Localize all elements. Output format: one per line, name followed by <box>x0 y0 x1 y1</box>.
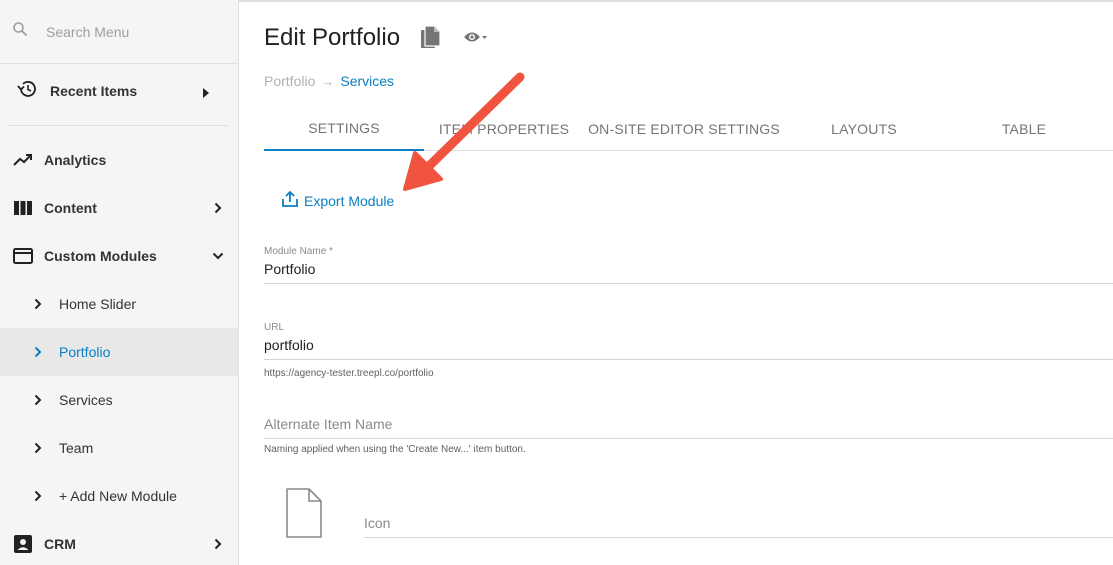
tab-layouts[interactable]: LAYOUTS <box>784 106 944 151</box>
breadcrumb-portfolio[interactable]: Portfolio <box>264 73 315 89</box>
history-icon <box>16 79 38 104</box>
contact-icon <box>13 534 33 554</box>
sidebar-module-label: Home Slider <box>59 296 137 312</box>
alternate-item-name-input[interactable] <box>264 416 1113 439</box>
search-input[interactable] <box>46 23 216 40</box>
tab-on-site-editor-settings[interactable]: ON-SITE EDITOR SETTINGS <box>584 106 784 151</box>
sidebar-item-label: CRM <box>44 536 76 552</box>
url-field: URL <box>264 322 1113 360</box>
sidebar-module-team[interactable]: Team <box>0 424 238 472</box>
sidebar-module-label: Team <box>59 440 94 456</box>
sidebar-module-label: + Add New Module <box>59 488 177 504</box>
preview-icon[interactable] <box>463 28 489 51</box>
sidebar-item-analytics[interactable]: Analytics <box>0 136 238 184</box>
sidebar-item-content[interactable]: Content <box>0 184 238 232</box>
tab-table[interactable]: TABLE <box>944 106 1104 151</box>
columns-icon <box>13 198 33 218</box>
trending-up-icon <box>13 150 33 170</box>
search-icon <box>12 21 28 42</box>
sidebar-item-custom-modules[interactable]: Custom Modules <box>0 232 238 280</box>
upload-icon <box>281 190 304 211</box>
chevron-right-icon <box>32 489 44 503</box>
chevron-right-icon <box>32 345 44 359</box>
sidebar-module-services[interactable]: Services <box>0 376 238 424</box>
sidebar-module-home-slider[interactable]: Home Slider <box>0 280 238 328</box>
sidebar-search <box>0 0 238 64</box>
sidebar-module-label: Portfolio <box>59 344 111 360</box>
breadcrumb-services[interactable]: Services <box>340 73 394 89</box>
copy-icon[interactable] <box>421 25 441 55</box>
tab-bar: SETTINGS ITEM PROPERTIES ON-SITE EDITOR … <box>264 106 1113 151</box>
sidebar: Recent Items Analytics Content Custom Mo… <box>0 0 239 565</box>
breadcrumb-separator: → <box>321 73 335 89</box>
alternate-item-name-hint: Naming applied when using the 'Create Ne… <box>264 444 526 455</box>
module-name-label: Module Name * <box>264 246 333 257</box>
file-icon[interactable] <box>285 487 323 544</box>
caret-right-icon <box>202 85 210 103</box>
window-icon <box>13 246 33 266</box>
breadcrumb: Portfolio → Services <box>264 73 394 89</box>
icon-field <box>364 515 1113 538</box>
page-title: Edit Portfolio <box>264 24 401 51</box>
alternate-item-name-field <box>264 412 1113 439</box>
sidebar-divider <box>8 125 228 126</box>
chevron-right-icon <box>212 202 224 214</box>
chevron-down-icon <box>212 250 224 262</box>
sidebar-item-crm[interactable]: CRM <box>0 520 238 565</box>
sidebar-item-label: Custom Modules <box>44 248 157 264</box>
sidebar-item-label: Content <box>44 200 97 216</box>
sidebar-module-label: Services <box>59 392 113 408</box>
export-module-button[interactable]: Export Module <box>281 190 394 211</box>
url-label: URL <box>264 322 285 333</box>
chevron-right-icon <box>32 441 44 455</box>
sidebar-module-portfolio[interactable]: Portfolio <box>0 328 238 376</box>
chevron-right-icon <box>32 297 44 311</box>
sidebar-item-label: Analytics <box>44 152 107 168</box>
export-module-label: Export Module <box>304 192 395 209</box>
recent-items[interactable]: Recent Items <box>0 64 238 118</box>
module-name-input[interactable] <box>264 261 1113 284</box>
recent-items-label: Recent Items <box>50 83 138 99</box>
main-panel: Edit Portfolio Portfolio → Services SETT… <box>239 0 1113 565</box>
url-hint: https://agency-tester.treepl.co/portfoli… <box>264 368 434 379</box>
module-name-field: Module Name * <box>264 246 1113 284</box>
annotation-arrow-icon <box>395 65 535 200</box>
chevron-right-icon <box>32 393 44 407</box>
sidebar-add-new-module[interactable]: + Add New Module <box>0 472 238 520</box>
top-divider <box>239 0 1113 2</box>
url-input[interactable] <box>264 337 1113 360</box>
chevron-right-icon <box>212 538 224 550</box>
icon-input[interactable] <box>364 515 1113 538</box>
